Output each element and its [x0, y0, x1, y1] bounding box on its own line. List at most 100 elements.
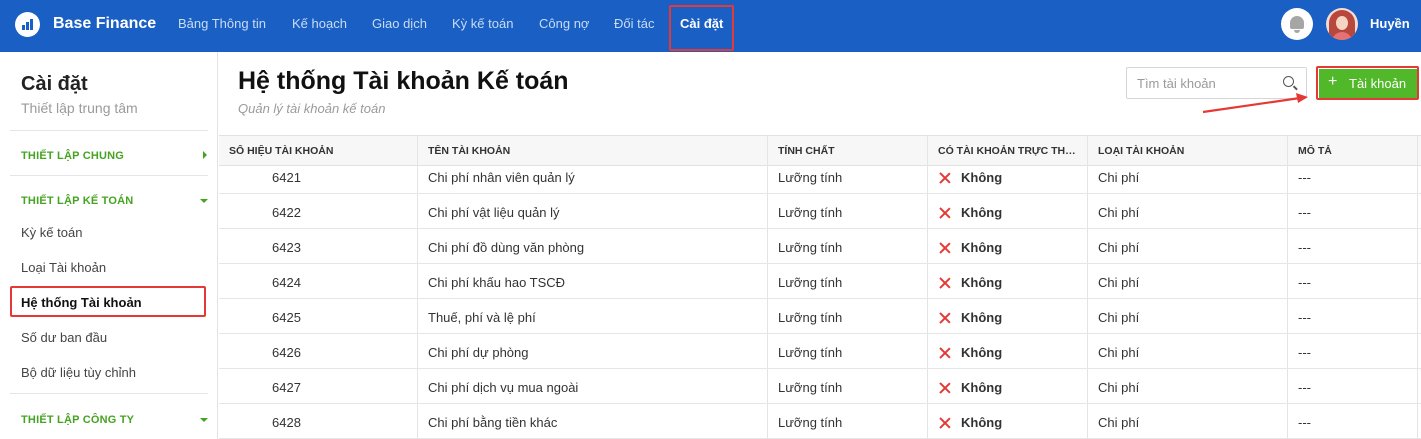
nav-transactions[interactable]: Giao dịch — [372, 16, 427, 31]
cell-code: 6424 — [272, 275, 301, 290]
cell-nature: Lưỡng tính — [778, 240, 843, 255]
cell-name: Chi phí dịch vụ mua ngoài — [428, 380, 579, 395]
cell-nature: Lưỡng tính — [778, 415, 843, 430]
chevron-down-icon[interactable] — [200, 199, 208, 203]
table-row[interactable]: 6426 Chi phí dự phòng Lưỡng tính Không C… — [219, 334, 1421, 369]
column-header-code[interactable]: SỐ HIỆU TÀI KHOẢN — [229, 145, 414, 157]
add-button-highlight — [1316, 66, 1419, 100]
sidebar-subtitle: Thiết lập trung tâm — [21, 100, 138, 116]
cell-name: Chi phí khấu hao TSCĐ — [428, 275, 566, 290]
cell-type: Chi phí — [1098, 415, 1140, 430]
base-logo-icon[interactable] — [15, 12, 40, 37]
cell-type: Chi phí — [1098, 205, 1140, 220]
cell-nature: Lưỡng tính — [778, 170, 843, 185]
x-icon — [939, 312, 951, 324]
divider — [10, 175, 208, 176]
cell-has-sub: Không — [961, 170, 1003, 185]
cell-nature: Lưỡng tính — [778, 310, 843, 325]
user-name[interactable]: Huyền — [1370, 16, 1410, 31]
cell-has-sub: Không — [961, 205, 1003, 220]
cell-nature: Lưỡng tính — [778, 380, 843, 395]
cell-desc: --- — [1298, 345, 1311, 360]
table-row[interactable]: 6428 Chi phí bằng tiền khác Lưỡng tính K… — [219, 404, 1421, 439]
column-header-name[interactable]: TÊN TÀI KHOẢN — [428, 145, 758, 157]
x-icon — [939, 382, 951, 394]
nav-dashboard[interactable]: Bảng Thông tin — [178, 16, 266, 31]
table-row[interactable]: 6427 Chi phí dịch vụ mua ngoài Lưỡng tín… — [219, 369, 1421, 404]
nav-settings-highlight — [669, 5, 734, 51]
section-general-settings[interactable]: THIẾT LẬP CHUNG — [21, 150, 124, 162]
sidebar-item-account-types[interactable]: Loại Tài khoản — [21, 260, 106, 275]
cell-code: 6428 — [272, 415, 301, 430]
cell-code: 6421 — [272, 170, 301, 185]
bell-icon[interactable] — [1281, 8, 1313, 40]
cell-has-sub: Không — [961, 240, 1003, 255]
cell-type: Chi phí — [1098, 275, 1140, 290]
cell-name: Chi phí đồ dùng văn phòng — [428, 240, 585, 255]
top-nav-bar: Base Finance Bảng Thông tin Kế hoạch Gia… — [0, 0, 1421, 52]
table-row[interactable]: 6421 Chi phí nhân viên quản lý Lưỡng tín… — [219, 159, 1421, 194]
nav-partners[interactable]: Đối tác — [614, 16, 654, 31]
cell-has-sub: Không — [961, 380, 1003, 395]
chevron-right-icon[interactable] — [203, 151, 207, 159]
column-header-nature[interactable]: TÍNH CHẤT — [778, 145, 918, 157]
cell-code: 6422 — [272, 205, 301, 220]
cell-nature: Lưỡng tính — [778, 205, 843, 220]
cell-name: Chi phí vật liệu quản lý — [428, 205, 560, 220]
x-icon — [939, 172, 951, 184]
section-accounting-settings[interactable]: THIẾT LẬP KẾ TOÁN — [21, 195, 133, 207]
settings-sidebar: Cài đặt Thiết lập trung tâm THIẾT LẬP CH… — [0, 52, 218, 439]
divider — [10, 130, 208, 131]
cell-code: 6423 — [272, 240, 301, 255]
cell-desc: --- — [1298, 275, 1311, 290]
table-row[interactable]: 6423 Chi phí đồ dùng văn phòng Lưỡng tín… — [219, 229, 1421, 264]
cell-name: Thuế, phí và lệ phí — [428, 310, 536, 325]
cell-desc: --- — [1298, 380, 1311, 395]
cell-desc: --- — [1298, 170, 1311, 185]
page-subtitle: Quản lý tài khoản kế toán — [238, 101, 386, 116]
sidebar-title: Cài đặt — [21, 73, 88, 95]
table-row[interactable]: 6424 Chi phí khấu hao TSCĐ Lưỡng tính Kh… — [219, 264, 1421, 299]
cell-has-sub: Không — [961, 310, 1003, 325]
sidebar-item-opening-balance[interactable]: Số dư ban đầu — [21, 330, 107, 345]
sidebar-item-accounting-period[interactable]: Kỳ kế toán — [21, 225, 82, 240]
cell-name: Chi phí nhân viên quản lý — [428, 170, 575, 185]
column-header-has-sub[interactable]: CÓ TÀI KHOẢN TRỰC THUỘC — [938, 145, 1078, 157]
x-icon — [939, 417, 951, 429]
x-icon — [939, 277, 951, 289]
search-icon[interactable] — [1283, 76, 1294, 87]
avatar[interactable] — [1326, 8, 1358, 40]
x-icon — [939, 207, 951, 219]
column-header-desc[interactable]: MÔ TẢ — [1298, 145, 1408, 157]
cell-has-sub: Không — [961, 415, 1003, 430]
cell-nature: Lưỡng tính — [778, 275, 843, 290]
nav-debts[interactable]: Công nợ — [539, 16, 589, 31]
cell-desc: --- — [1298, 205, 1311, 220]
cell-desc: --- — [1298, 415, 1311, 430]
cell-code: 6425 — [272, 310, 301, 325]
divider — [10, 393, 208, 394]
chevron-down-icon[interactable] — [200, 418, 208, 422]
cell-code: 6426 — [272, 345, 301, 360]
table-row[interactable]: 6422 Chi phí vật liệu quản lý Lưỡng tính… — [219, 194, 1421, 229]
cell-has-sub: Không — [961, 275, 1003, 290]
x-icon — [939, 242, 951, 254]
nav-accounting-period[interactable]: Kỳ kế toán — [452, 16, 513, 31]
annotation-arrow-icon — [1202, 93, 1308, 114]
x-icon — [939, 347, 951, 359]
cell-type: Chi phí — [1098, 380, 1140, 395]
cell-type: Chi phí — [1098, 240, 1140, 255]
cell-has-sub: Không — [961, 345, 1003, 360]
section-company-settings[interactable]: THIẾT LẬP CÔNG TY — [21, 414, 134, 426]
cell-type: Chi phí — [1098, 170, 1140, 185]
app-name[interactable]: Base Finance — [53, 15, 156, 33]
sidebar-item-custom-datasets[interactable]: Bộ dữ liệu tùy chỉnh — [21, 365, 136, 380]
cell-nature: Lưỡng tính — [778, 345, 843, 360]
cell-name: Chi phí dự phòng — [428, 345, 529, 360]
column-header-type[interactable]: LOẠI TÀI KHOẢN — [1098, 145, 1278, 157]
page-title: Hệ thống Tài khoản Kế toán — [238, 67, 569, 95]
sidebar-item-highlight — [10, 286, 206, 317]
nav-planning[interactable]: Kế hoạch — [292, 16, 347, 31]
table-row[interactable]: 6425 Thuế, phí và lệ phí Lưỡng tính Khôn… — [219, 299, 1421, 334]
cell-type: Chi phí — [1098, 345, 1140, 360]
